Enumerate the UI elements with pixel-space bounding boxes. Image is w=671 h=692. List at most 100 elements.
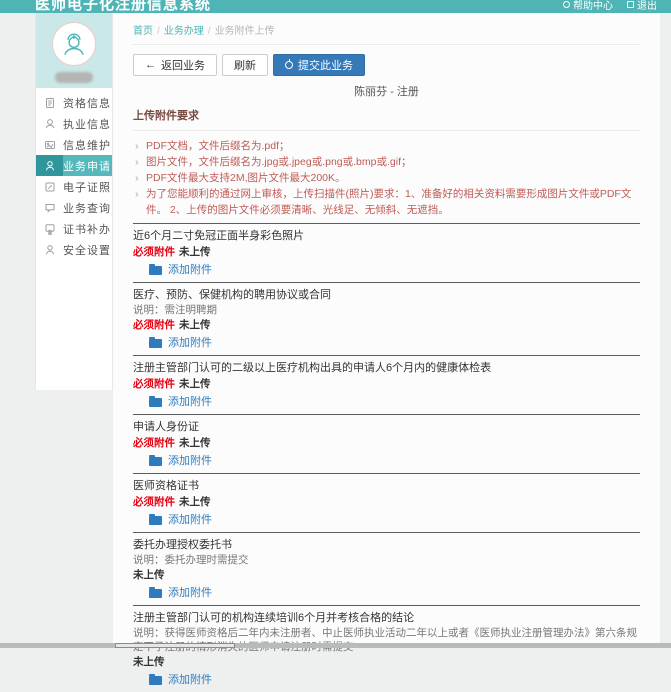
lock-person-icon [36, 239, 63, 260]
add-attachment-button[interactable]: 添加附件 [149, 454, 212, 469]
header-actions: 帮助中心 退出 [563, 0, 657, 12]
document-pen-icon [36, 176, 63, 197]
folder-icon [149, 266, 162, 275]
attachment-item: 医疗、预防、保健机构的聘用协议或合同 说明：需注明聘期 必须附件未上传 添加附件 [133, 282, 640, 355]
refresh-button[interactable]: 刷新 [222, 54, 268, 76]
attachment-title: 委托办理授权委托书 [133, 538, 640, 553]
submit-business-button[interactable]: 提交此业务 [273, 54, 365, 76]
user-name [55, 72, 93, 83]
breadcrumb-section[interactable]: 业务办理 [164, 26, 204, 37]
sidebar-item-certificate-reissue[interactable]: 证书补办 [36, 218, 112, 239]
sidebar-item-security-settings[interactable]: 安全设置 [36, 239, 112, 260]
submit-icon [285, 61, 293, 69]
attachment-title: 医疗、预防、保健机构的聘用协议或合同 [133, 288, 640, 303]
back-button-label: 返回业务 [161, 57, 205, 73]
attachment-title: 医师资格证书 [133, 479, 640, 494]
add-attachment-label: 添加附件 [168, 673, 212, 688]
upload-requirements-list: PDF文档，文件后缀名为.pdf； 图片文件，文件后缀名为.jpg或.jpeg或… [133, 131, 640, 223]
add-attachment-button[interactable]: 添加附件 [149, 336, 212, 351]
applicant-subject: 陈丽芬 - 注册 [133, 83, 640, 99]
sidebar: 资格信息 执业信息 信息维护 业务申请 电子证照 [35, 13, 113, 390]
headset-icon [563, 1, 570, 8]
help-center-link[interactable]: 帮助中心 [563, 0, 613, 12]
attachment-status: 必须附件未上传 [133, 436, 640, 450]
back-button[interactable]: ← 返回业务 [133, 54, 217, 76]
attachment-note: 说明：需注明聘期 [133, 303, 640, 317]
folder-icon [149, 339, 162, 348]
add-attachment-button[interactable]: 添加附件 [149, 395, 212, 410]
requirement-item: 为了您能顺利的通过网上审核，上传扫描件(照片)要求：1、准备好的相关资料需要形成… [133, 186, 640, 218]
add-attachment-label: 添加附件 [168, 395, 212, 410]
add-attachment-button[interactable]: 添加附件 [149, 263, 212, 278]
toolbar: ← 返回业务 刷新 提交此业务 [133, 54, 640, 76]
upload-requirements: 上传附件要求 PDF文档，文件后缀名为.pdf； 图片文件，文件后缀名为.jpg… [133, 107, 640, 223]
sidebar-item-qualification-info[interactable]: 资格信息 [36, 92, 112, 113]
sidebar-item-business-application[interactable]: 业务申请 [36, 155, 112, 176]
avatar [52, 22, 96, 66]
upload-status: 未上传 [179, 496, 211, 508]
add-attachment-label: 添加附件 [168, 586, 212, 601]
upload-status: 未上传 [133, 569, 165, 581]
breadcrumb-separator: / [208, 26, 211, 37]
add-attachment-button[interactable]: 添加附件 [149, 586, 212, 601]
horizontal-scrollbar[interactable] [0, 643, 671, 648]
add-attachment-button[interactable]: 添加附件 [149, 673, 212, 688]
attachment-item: 注册主管部门认可的机构连续培训6个月并考核合格的结论 说明：获得医师资格后二年内… [133, 605, 640, 692]
logout-label: 退出 [637, 0, 657, 12]
attachment-item: 医师资格证书 必须附件未上传 添加附件 [133, 473, 640, 532]
attachment-title: 注册主管部门认可的二级以上医疗机构出具的申请人6个月内的健康体检表 [133, 361, 640, 376]
document-icon [36, 92, 63, 113]
chat-icon [36, 197, 63, 218]
attachment-note: 说明：委托办理时需提交 [133, 553, 640, 567]
refresh-button-label: 刷新 [234, 57, 256, 73]
upload-status: 未上传 [179, 378, 211, 390]
attachment-status: 必须附件未上传 [133, 245, 640, 259]
attachment-note: 说明：获得医师资格后二年内未注册者、中止医师执业活动二年以上或者《医师执业注册管… [133, 626, 640, 654]
person-icon [36, 155, 63, 176]
attachment-status: 未上传 [133, 655, 640, 669]
logout-link[interactable]: 退出 [627, 0, 657, 12]
certificate-icon [36, 218, 63, 239]
folder-icon [149, 398, 162, 407]
sidebar-item-business-query[interactable]: 业务查询 [36, 197, 112, 218]
sidebar-item-info-maintenance[interactable]: 信息维护 [36, 134, 112, 155]
app-title: 医师电子化注册信息系统 [35, 0, 211, 13]
attachment-title: 近6个月二寸免冠正面半身彩色照片 [133, 229, 640, 244]
sidebar-item-practice-info[interactable]: 执业信息 [36, 113, 112, 134]
attachment-item: 注册主管部门认可的二级以上医疗机构出具的申请人6个月内的健康体检表 必须附件未上… [133, 355, 640, 414]
help-center-label: 帮助中心 [573, 0, 613, 12]
attachment-status: 必须附件未上传 [133, 318, 640, 332]
required-badge: 必须附件 [133, 246, 175, 258]
required-badge: 必须附件 [133, 378, 175, 390]
required-badge: 必须附件 [133, 319, 175, 331]
logout-icon [627, 1, 634, 8]
app-header: 医师电子化注册信息系统 帮助中心 退出 [0, 0, 671, 13]
main-content: 首页/业务办理/业务附件上传 ← 返回业务 刷新 提交此业务 陈丽芬 - 注册 … [113, 13, 660, 643]
upload-status: 未上传 [133, 656, 165, 668]
sidebar-item-e-certificate[interactable]: 电子证照 [36, 176, 112, 197]
attachment-item: 委托办理授权委托书 说明：委托办理时需提交 未上传 添加附件 [133, 532, 640, 605]
sidebar-menu: 资格信息 执业信息 信息维护 业务申请 电子证照 [36, 88, 112, 260]
headset-person-icon [36, 113, 63, 134]
doctor-icon [59, 29, 89, 59]
folder-icon [149, 589, 162, 598]
add-attachment-label: 添加附件 [168, 336, 212, 351]
breadcrumb-home[interactable]: 首页 [133, 26, 153, 37]
back-arrow-icon: ← [145, 60, 156, 71]
required-badge: 必须附件 [133, 437, 175, 449]
upload-status: 未上传 [179, 437, 211, 449]
attachment-item: 申请人身份证 必须附件未上传 添加附件 [133, 414, 640, 473]
requirement-item: 图片文件，文件后缀名为.jpg或.jpeg或.png或.bmp或.gif； [133, 154, 640, 170]
add-attachment-label: 添加附件 [168, 263, 212, 278]
add-attachment-label: 添加附件 [168, 454, 212, 469]
horizontal-scrollbar-thumb[interactable] [115, 643, 235, 648]
attachment-title: 申请人身份证 [133, 420, 640, 435]
breadcrumb-separator: / [157, 26, 160, 37]
attachment-title: 注册主管部门认可的机构连续培训6个月并考核合格的结论 [133, 611, 640, 626]
add-attachment-button[interactable]: 添加附件 [149, 513, 212, 528]
attachment-status: 必须附件未上传 [133, 495, 640, 509]
upload-requirements-title: 上传附件要求 [133, 107, 640, 131]
submit-button-label: 提交此业务 [298, 57, 353, 73]
upload-status: 未上传 [179, 246, 211, 258]
requirement-item: PDF文档，文件后缀名为.pdf； [133, 138, 640, 154]
